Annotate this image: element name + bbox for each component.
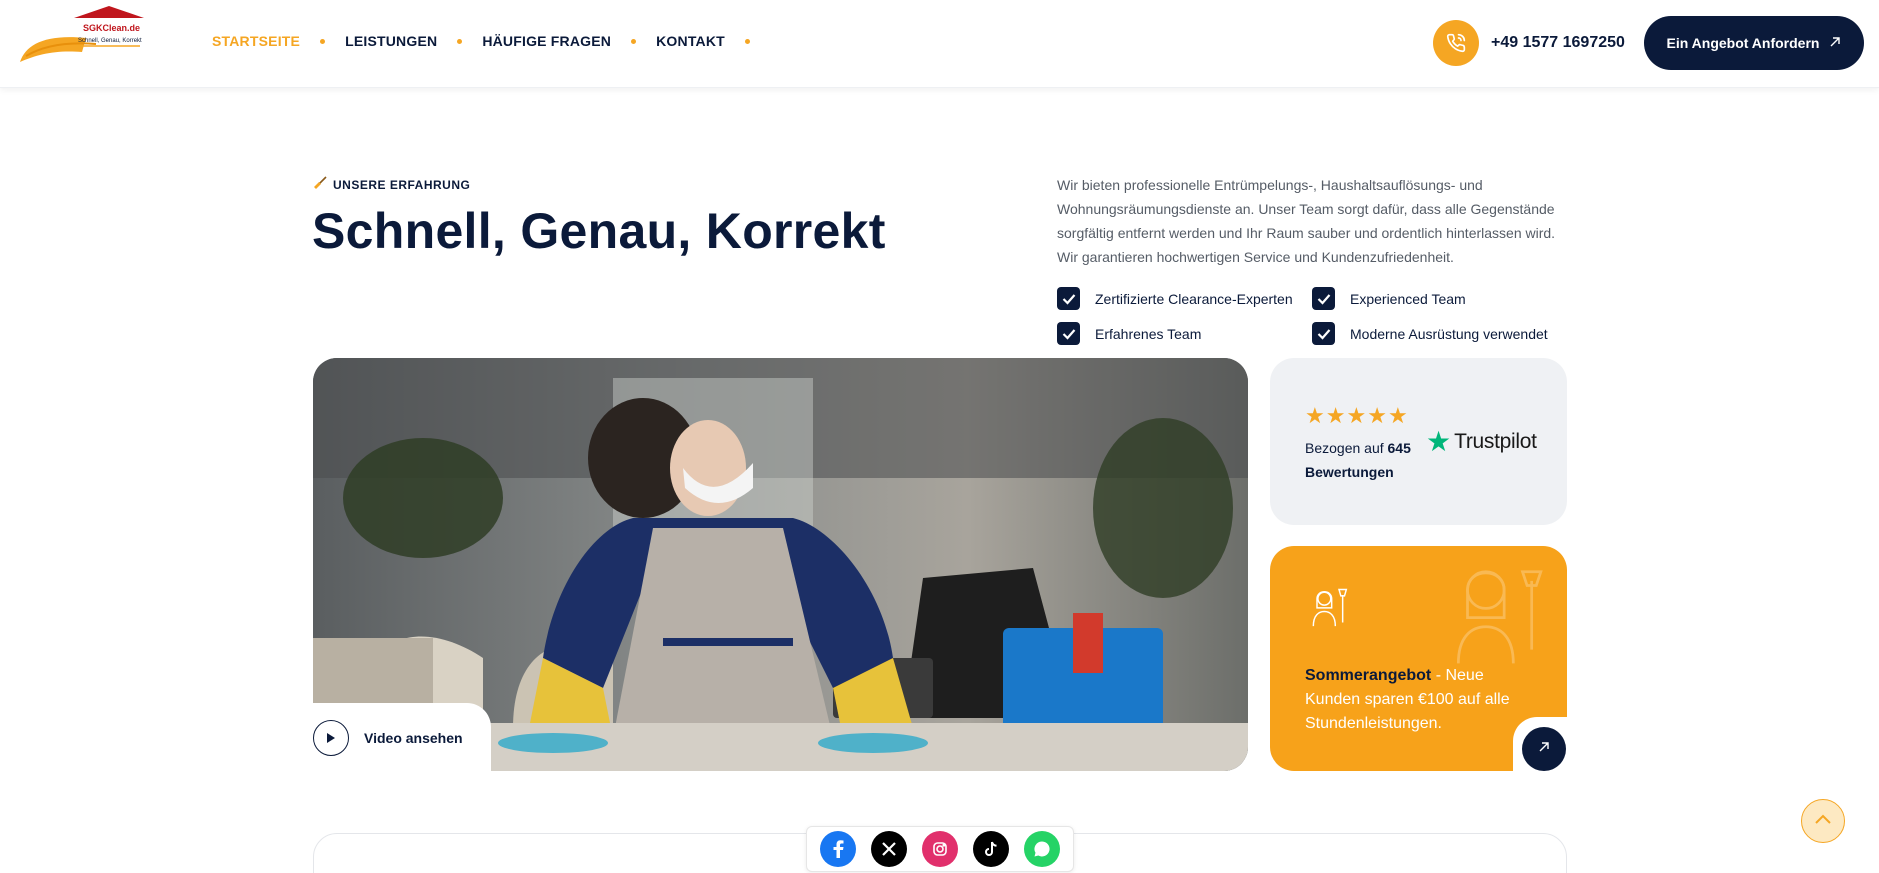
nav-separator-dot bbox=[631, 38, 637, 44]
tiktok-icon[interactable] bbox=[972, 831, 1009, 867]
nav-separator-dot bbox=[744, 38, 750, 44]
whatsapp-icon[interactable] bbox=[1023, 831, 1060, 867]
offer-arrow-button[interactable] bbox=[1522, 727, 1566, 771]
request-quote-button[interactable]: Ein Angebot Anfordern bbox=[1644, 16, 1864, 70]
offer-text: Sommerangebot - Neue Kunden sparen €100 … bbox=[1305, 664, 1515, 736]
feature-checklist: Zertifizierte Clearance-Experten Experie… bbox=[1057, 287, 1577, 345]
nav-separator-dot bbox=[320, 38, 326, 44]
rating-stars: ★ ★ ★ ★ ★ bbox=[1305, 405, 1409, 427]
logo[interactable]: SGKClean.de Schnell, Genau, Korrekt bbox=[16, 4, 146, 68]
logo-tagline: Schnell, Genau, Korrekt bbox=[78, 38, 142, 44]
logo-brand: SGKClean.de bbox=[83, 23, 140, 33]
nav-item-kontakt[interactable]: KONTAKT bbox=[656, 33, 725, 49]
instagram-icon[interactable] bbox=[921, 831, 958, 867]
main-nav: STARTSEITE LEISTUNGEN HÄUFIGE FRAGEN KON… bbox=[212, 33, 770, 49]
hero-description: Wir bieten professionelle Entrümpelungs-… bbox=[1057, 177, 1556, 265]
checkmark-icon bbox=[1057, 287, 1080, 310]
star-icon: ★ bbox=[1325, 403, 1346, 428]
checklist-item: Zertifizierte Clearance-Experten bbox=[1057, 287, 1312, 310]
checklist-label: Moderne Ausrüstung verwendet bbox=[1350, 325, 1548, 342]
video-label: Video ansehen bbox=[364, 729, 463, 746]
arrow-up-right-icon bbox=[1829, 35, 1841, 51]
video-play-button[interactable]: Video ansehen bbox=[313, 703, 491, 772]
site-header: SGKClean.de Schnell, Genau, Korrekt STAR… bbox=[0, 0, 1879, 88]
checklist-label: Experienced Team bbox=[1350, 290, 1466, 307]
x-icon[interactable] bbox=[871, 831, 908, 867]
play-icon bbox=[313, 719, 349, 756]
checkmark-icon bbox=[1312, 287, 1335, 310]
nav-separator-dot bbox=[457, 38, 463, 44]
phone-contact[interactable]: +49 1577 1697250 bbox=[1433, 20, 1625, 66]
checklist-item: Experienced Team bbox=[1312, 287, 1577, 310]
nav-item-faq[interactable]: HÄUFIGE FRAGEN bbox=[482, 33, 611, 49]
request-quote-label: Ein Angebot Anfordern bbox=[1666, 35, 1820, 51]
review-prefix: Bezogen auf bbox=[1305, 440, 1384, 456]
page-title: Schnell, Genau, Korrekt bbox=[312, 203, 886, 259]
star-icon: ★ bbox=[1305, 403, 1325, 428]
review-count: 645 bbox=[1387, 440, 1411, 456]
checklist-item: Moderne Ausrüstung verwendet bbox=[1312, 322, 1577, 345]
review-count-text: Bezogen auf 645 Bewertungen bbox=[1305, 436, 1425, 484]
trustpilot-card[interactable]: ★ ★ ★ ★ ★ Bezogen auf 645 Bewertungen ★ … bbox=[1270, 358, 1567, 525]
section-eyebrow: UNSERE ERFAHRUNG bbox=[313, 176, 470, 193]
arrow-up-right-icon bbox=[1538, 740, 1550, 758]
cleaning-woman-icon bbox=[1304, 584, 1352, 633]
star-icon: ★ bbox=[1387, 403, 1408, 428]
star-icon: ★ bbox=[1367, 403, 1387, 428]
phone-icon bbox=[1433, 20, 1479, 66]
facebook-icon[interactable] bbox=[820, 831, 857, 867]
trustpilot-star-icon: ★ bbox=[1426, 426, 1452, 457]
checkmark-icon bbox=[1312, 322, 1335, 345]
review-suffix: Bewertungen bbox=[1305, 464, 1394, 480]
social-share-bar bbox=[806, 826, 1074, 872]
trustpilot-logo: ★ Trustpilot bbox=[1426, 428, 1537, 456]
star-icon: ★ bbox=[1346, 403, 1367, 428]
cleaning-woman-watermark-icon bbox=[1440, 558, 1550, 673]
nav-item-leistungen[interactable]: LEISTUNGEN bbox=[345, 33, 437, 49]
offer-highlight: Sommerangebot bbox=[1305, 667, 1432, 684]
checkmark-icon bbox=[1057, 322, 1080, 345]
checklist-label: Erfahrenes Team bbox=[1095, 325, 1202, 342]
broom-icon bbox=[313, 176, 327, 193]
checklist-item: Erfahrenes Team bbox=[1057, 322, 1312, 345]
chevron-up-icon bbox=[1814, 812, 1832, 830]
checklist-label: Zertifizierte Clearance-Experten bbox=[1095, 290, 1293, 307]
eyebrow-label: UNSERE ERFAHRUNG bbox=[333, 177, 471, 192]
phone-number[interactable]: +49 1577 1697250 bbox=[1491, 34, 1625, 52]
back-to-top-button[interactable] bbox=[1801, 799, 1845, 843]
nav-item-startseite[interactable]: STARTSEITE bbox=[212, 33, 300, 49]
trustpilot-wordmark: Trustpilot bbox=[1454, 430, 1537, 453]
